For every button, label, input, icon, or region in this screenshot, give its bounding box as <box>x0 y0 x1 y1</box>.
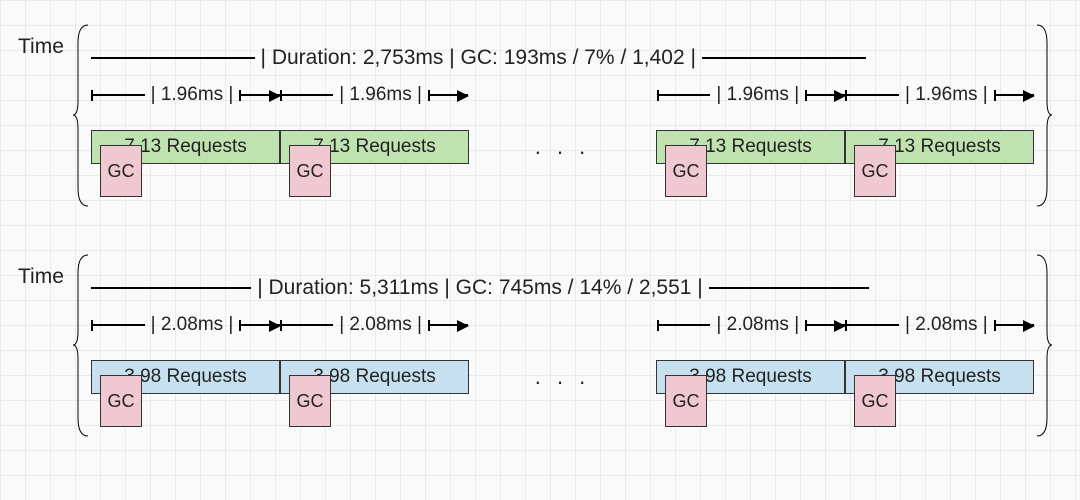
summary-text: | Duration: 5,311ms | GC: 745ms / 14% / … <box>251 276 709 300</box>
interval-label: | 2.08ms | <box>333 314 428 336</box>
request-box: 7.13 Requests GC <box>280 130 469 164</box>
request-label: 3.98 Requests <box>313 366 436 388</box>
timeline-1: Time | Duration: 2,753ms | GC: 193ms / 7… <box>18 28 1062 258</box>
request-label: 7.13 Requests <box>313 136 436 158</box>
summary-bar: | Duration: 2,753ms | GC: 193ms / 7% / 1… <box>91 46 1034 70</box>
ellipsis: . . . <box>469 130 656 164</box>
gc-box: GC <box>665 145 707 197</box>
request-label: 3.98 Requests <box>124 366 247 388</box>
summary-text: | Duration: 2,753ms | GC: 193ms / 7% / 1… <box>255 46 702 70</box>
interval-label: | 1.96ms | <box>899 84 994 106</box>
gc-box: GC <box>289 375 331 427</box>
interval-row: | 2.08ms | | 2.08ms | | 2.08ms | | 2.08m… <box>91 318 1034 332</box>
request-row: 3.98 Requests GC 3.98 Requests GC . . . … <box>91 360 1034 394</box>
request-label: 7.13 Requests <box>124 136 247 158</box>
gc-box: GC <box>854 145 896 197</box>
request-label: 7.13 Requests <box>689 136 812 158</box>
timeline-2: Time | Duration: 5,311ms | GC: 745ms / 1… <box>18 258 1062 488</box>
request-box: 3.98 Requests GC <box>845 360 1034 394</box>
interval-label: | 2.08ms | <box>710 314 805 336</box>
request-row: 7.13 Requests GC 7.13 Requests GC . . . … <box>91 130 1034 164</box>
request-label: 3.98 Requests <box>878 366 1001 388</box>
request-box: 3.98 Requests GC <box>656 360 845 394</box>
request-box: 7.13 Requests GC <box>656 130 845 164</box>
interval-label: | 2.08ms | <box>145 314 240 336</box>
brace-open-icon <box>73 253 91 438</box>
gc-box: GC <box>665 375 707 427</box>
brace-close-icon <box>1034 253 1052 438</box>
summary-bar: | Duration: 5,311ms | GC: 745ms / 14% / … <box>91 276 1034 300</box>
request-box: 7.13 Requests GC <box>845 130 1034 164</box>
interval-label: | 1.96ms | <box>333 84 428 106</box>
brace-close-icon <box>1034 23 1052 208</box>
request-label: 7.13 Requests <box>878 136 1001 158</box>
interval-row: | 1.96ms | | 1.96ms | | 1.96ms | | 1.96m… <box>91 88 1034 102</box>
request-label: 3.98 Requests <box>689 366 812 388</box>
time-label: Time <box>18 35 64 59</box>
request-box: 7.13 Requests GC <box>91 130 280 164</box>
gc-box: GC <box>854 375 896 427</box>
gc-box: GC <box>100 375 142 427</box>
brace-open-icon <box>73 23 91 208</box>
ellipsis: . . . <box>469 360 656 394</box>
request-box: 3.98 Requests GC <box>91 360 280 394</box>
interval-label: | 1.96ms | <box>145 84 240 106</box>
time-label: Time <box>18 265 64 289</box>
interval-label: | 1.96ms | <box>710 84 805 106</box>
gc-box: GC <box>100 145 142 197</box>
gc-box: GC <box>289 145 331 197</box>
request-box: 3.98 Requests GC <box>280 360 469 394</box>
interval-label: | 2.08ms | <box>899 314 994 336</box>
